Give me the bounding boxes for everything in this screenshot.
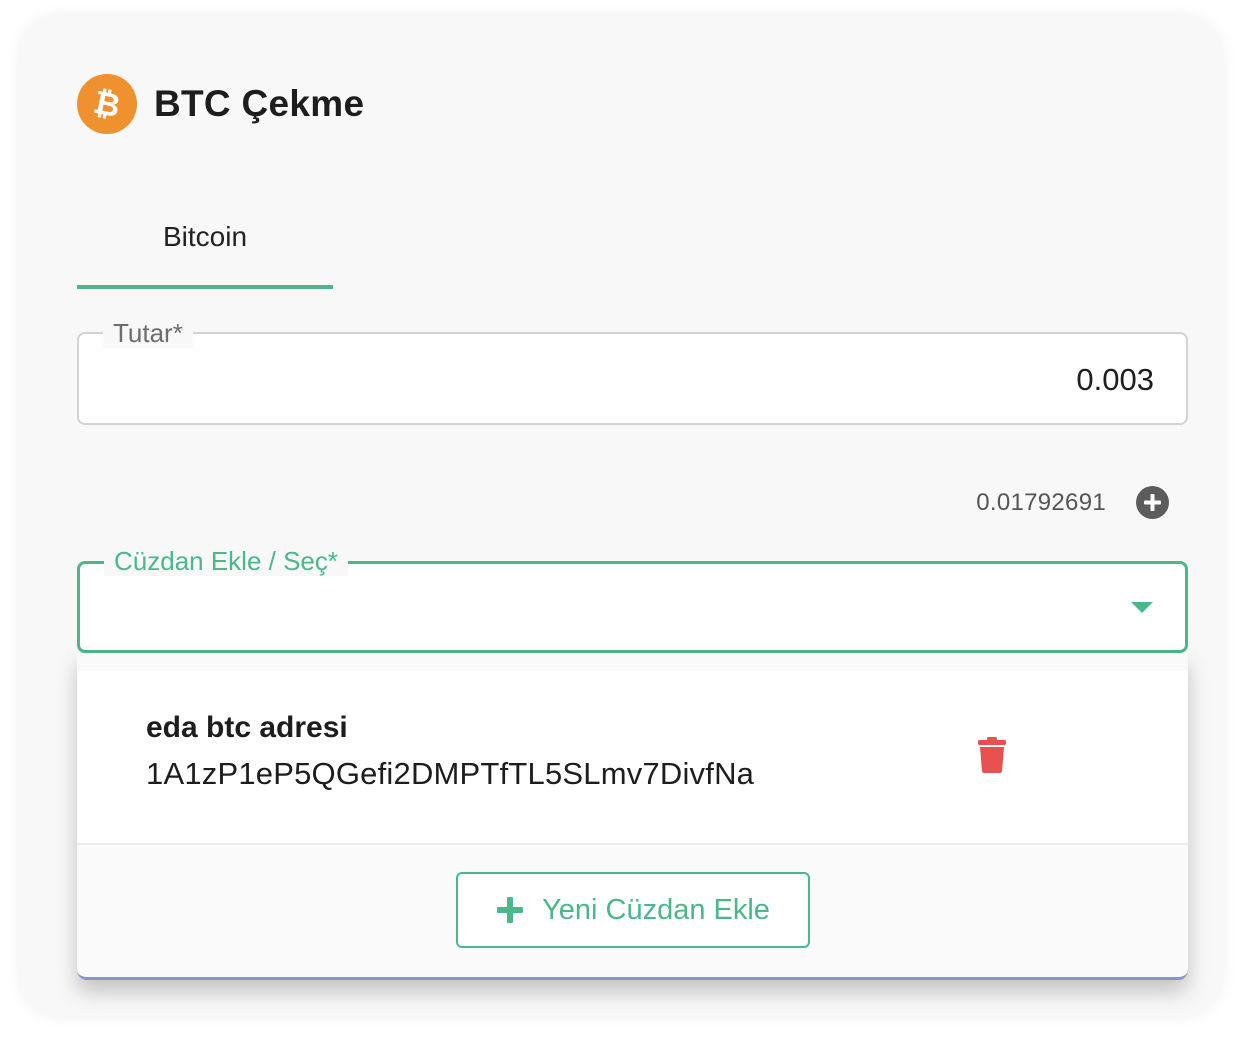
available-balance: 0.01792691 [976, 488, 1106, 516]
wallet-select-label: Cüzdan Ekle / Seç* [104, 546, 349, 576]
caret-down-icon[interactable] [1131, 602, 1153, 613]
add-wallet-label: Yeni Cüzdan Ekle [542, 893, 770, 926]
amount-field[interactable]: Tutar* 0.003 [77, 318, 1188, 425]
balance-row: 0.01792691 [976, 486, 1169, 519]
page-title: BTC Çekme [154, 83, 365, 124]
page-header: ₿ BTC Çekme [77, 74, 364, 134]
wallet-option[interactable]: eda btc adresi 1A1zP1eP5QGefi2DMPTfTL5SL… [77, 671, 1188, 845]
plus-icon [497, 897, 524, 923]
wallet-option-name: eda btc adresi [146, 711, 348, 744]
wallet-option-address: 1A1zP1eP5QGefi2DMPTfTL5SLmv7DivfNa [146, 756, 755, 791]
tab-active-indicator [77, 285, 333, 289]
plus-circle-icon[interactable] [1136, 486, 1169, 519]
wallet-dropdown-menu: eda btc adresi 1A1zP1eP5QGefi2DMPTfTL5SL… [77, 653, 1188, 980]
tab-label: Bitcoin [162, 221, 248, 252]
tab-bitcoin[interactable]: Bitcoin [77, 205, 333, 289]
bitcoin-icon: ₿ [77, 74, 137, 134]
wallet-select[interactable]: Cüzdan Ekle / Seç* [77, 546, 1188, 653]
add-wallet-button[interactable]: Yeni Cüzdan Ekle [456, 872, 810, 948]
amount-label: Tutar* [103, 318, 193, 348]
amount-input-value[interactable]: 0.003 [1076, 362, 1154, 398]
svg-text:₿: ₿ [90, 85, 123, 123]
trash-icon[interactable] [977, 737, 1007, 778]
